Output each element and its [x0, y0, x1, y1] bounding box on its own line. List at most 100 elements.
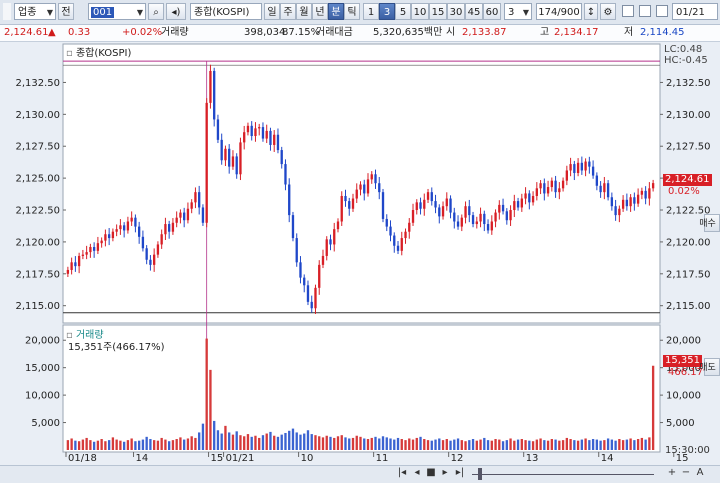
candle-body: [156, 244, 160, 255]
volume-bar: [201, 423, 205, 450]
zoom-out-button[interactable]: −: [680, 466, 692, 480]
open-label: 시: [446, 27, 456, 38]
candle-body: [606, 183, 610, 198]
code-input[interactable]: 001 ▼: [88, 3, 146, 20]
volume-bar: [284, 432, 287, 450]
period-tick[interactable]: 틱: [344, 3, 360, 20]
candle-body: [100, 240, 103, 244]
volume-bar: [291, 428, 295, 450]
candle-body: [584, 161, 587, 171]
count-spin-button[interactable]: ↕: [584, 3, 598, 20]
bar-count-field[interactable]: 174/900: [536, 3, 582, 20]
volume-bar: [554, 439, 557, 450]
price-panel: [62, 43, 661, 324]
interval-10[interactable]: 10: [411, 3, 429, 20]
low-label: 저: [624, 27, 634, 38]
candle-body: [430, 192, 433, 202]
candle-body: [573, 164, 576, 174]
interval-60[interactable]: 60: [483, 3, 501, 20]
candle-body: [164, 224, 167, 235]
volume-bar: [303, 433, 306, 450]
volume-bar: [618, 439, 621, 450]
price-tick-label: 2,115.00: [15, 301, 60, 312]
period-week[interactable]: 주: [280, 3, 296, 20]
period-minute[interactable]: 분: [328, 3, 344, 20]
minus-icon: −: [681, 467, 691, 478]
period-month[interactable]: 월: [296, 3, 312, 20]
volume-bar: [468, 440, 471, 450]
period-day[interactable]: 일: [264, 3, 280, 20]
chart-area[interactable]: 2,132.50 2,130.00 2,127.50 2,125.00 2,122.50…: [0, 42, 720, 483]
zoom-slider-thumb[interactable]: [478, 468, 482, 480]
date-checkbox[interactable]: [656, 5, 668, 17]
candle-body: [625, 199, 629, 207]
volume-bar: [321, 437, 325, 450]
checkbox-2[interactable]: [639, 5, 651, 17]
zoom-in-button[interactable]: +: [666, 466, 678, 480]
interval-45[interactable]: 45: [465, 3, 483, 20]
candle-body: [220, 139, 223, 161]
prev-button[interactable]: ◂: [411, 466, 423, 480]
volume-bar: [505, 440, 508, 450]
interval-select[interactable]: 3 ▼: [504, 3, 532, 20]
candlestick-chart[interactable]: 2,132.50 2,130.00 2,127.50 2,125.00 2,122.50…: [0, 42, 720, 482]
candle-body: [576, 162, 580, 174]
period-year[interactable]: 년: [312, 3, 328, 20]
date-field[interactable]: 01/21: [672, 3, 718, 20]
interval-30[interactable]: 30: [447, 3, 465, 20]
plus-icon: +: [667, 467, 677, 478]
next-button[interactable]: ▸: [439, 466, 451, 480]
candle-body: [621, 199, 625, 209]
volume-bar: [168, 441, 171, 450]
candle-body: [280, 150, 283, 165]
volume-bar: [591, 439, 595, 450]
volume-bar: [243, 436, 246, 450]
last-button[interactable]: ▸|: [453, 466, 467, 480]
market-select[interactable]: 업종 ▼: [14, 3, 56, 20]
interval-3[interactable]: 3: [379, 3, 395, 20]
zoom-slider-track[interactable]: [472, 474, 654, 475]
checkbox-1[interactable]: [622, 5, 634, 17]
volume-bar: [606, 438, 610, 450]
time-tick-label: 12: [451, 453, 464, 464]
stop-button[interactable]: ■: [425, 466, 437, 480]
candle-body: [550, 180, 553, 188]
sell-button[interactable]: 매도: [699, 358, 720, 376]
buy-button[interactable]: 매수: [699, 214, 720, 232]
amount-value: 5,320,635백만: [373, 27, 443, 38]
candle-body: [126, 221, 130, 231]
sound-button[interactable]: ◂): [166, 3, 186, 20]
candle-body: [569, 164, 572, 171]
volume-bar: [471, 439, 475, 450]
candle-body: [389, 226, 392, 236]
candle-body: [96, 243, 100, 251]
volume-bar: [483, 437, 486, 450]
mode-button[interactable]: 전: [58, 3, 74, 20]
price-tick-label: 2,132.50: [15, 78, 60, 89]
volume-bar: [644, 439, 647, 450]
last-price: 2,124.61: [4, 27, 49, 38]
candle-body: [179, 212, 182, 218]
candle-body: [543, 183, 546, 194]
first-button[interactable]: |◂: [395, 466, 409, 480]
period-settings-button[interactable]: ⚙: [600, 3, 616, 20]
interval-5[interactable]: 5: [395, 3, 411, 20]
volume-bar: [464, 441, 467, 450]
volume-bar: [276, 436, 280, 450]
chevron-down-icon: ▼: [46, 8, 53, 17]
draw-tool-button[interactable]: A: [694, 466, 706, 480]
candle-body: [366, 179, 370, 194]
search-button[interactable]: ⌕: [148, 3, 164, 20]
volume-bar: [381, 436, 385, 450]
interval-1[interactable]: 1: [363, 3, 379, 20]
candle-body: [509, 210, 512, 221]
volume-bar: [584, 438, 587, 450]
candle-body: [464, 206, 467, 218]
candle-body: [228, 148, 231, 167]
candle-body: [554, 180, 557, 193]
interval-15[interactable]: 15: [429, 3, 447, 20]
volume-bar: [85, 437, 88, 450]
candle-body: [261, 127, 265, 139]
candle-body: [595, 175, 599, 186]
volume-bar: [348, 438, 351, 450]
